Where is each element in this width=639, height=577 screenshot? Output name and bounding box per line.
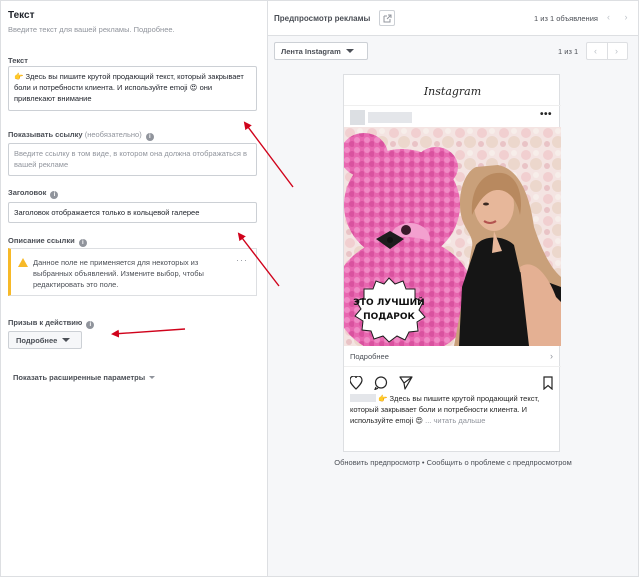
comment-icon[interactable]	[374, 376, 388, 390]
link-description-label: Описание ссылки i	[8, 236, 87, 247]
text-settings-panel: Текст Введите текст для вашей рекламы. П…	[1, 1, 268, 576]
username-placeholder	[350, 394, 376, 402]
prev-arrow-icon[interactable]: ‹	[594, 46, 597, 56]
caret-down-icon	[149, 376, 156, 379]
avatar	[350, 110, 365, 125]
share-icon[interactable]	[399, 376, 413, 390]
badge-line1: ЭТО ЛУЧШИЙ	[353, 296, 424, 308]
link-description-warning: Данное поле не применяется для некоторых…	[8, 248, 257, 296]
learn-more-bar[interactable]: Подробнее ›	[344, 347, 561, 367]
text-label: Текст	[8, 56, 28, 65]
read-more-link[interactable]: ... читать дальше	[425, 416, 485, 425]
show-advanced-options-link[interactable]: Показать расширенные параметры	[13, 373, 156, 382]
headline-field[interactable]: Заголовок отображается только в кольцево…	[8, 202, 257, 223]
caret-down-icon	[345, 49, 354, 53]
username-placeholder	[368, 112, 412, 123]
call-to-action-label: Призыв к действию i	[8, 318, 95, 329]
section-subtitle: Введите текст для вашей рекламы. Подробн…	[8, 25, 175, 34]
preview-footer[interactable]: Обновить предпросмотр • Сообщить о пробл…	[268, 458, 638, 467]
heart-eyes-emoji: 😍	[415, 416, 424, 425]
instagram-logo: Instagram	[423, 85, 482, 98]
ad-editor: Текст Введите текст для вашей рекламы. П…	[0, 0, 639, 577]
display-link-field[interactable]: Введите ссылку в том виде, в котором она…	[8, 143, 257, 176]
menu-dots-icon[interactable]: •••	[540, 109, 552, 120]
ad-image: ЭТО ЛУЧШИЙ ПОДАРОК	[344, 127, 561, 346]
heart-eyes-emoji: 😍	[189, 83, 198, 92]
primary-text-field[interactable]: 👉 Здесь вы пишите крутой продающий текст…	[8, 66, 257, 111]
next-arrow-icon[interactable]: ›	[615, 46, 618, 56]
page-count: 1 из 1	[558, 47, 579, 56]
pointing-hand-emoji: 👉	[378, 394, 388, 403]
call-to-action-dropdown[interactable]: Подробнее	[8, 331, 82, 349]
warning-text: Данное поле не применяется для некоторых…	[33, 258, 204, 289]
caret-down-icon	[62, 338, 71, 342]
pointing-hand-emoji: 👉	[14, 72, 24, 81]
heart-icon[interactable]	[350, 376, 363, 390]
ad-preview-panel: Предпросмотр рекламы 1 из 1 объявления ‹…	[268, 1, 638, 576]
info-icon[interactable]: i	[86, 321, 95, 329]
instagram-preview: Instagram ••• ЭТО ЛУЧШИЙ ПОДАРОК Подробн…	[343, 74, 561, 452]
preview-header: Предпросмотр рекламы 1 из 1 объявления ‹…	[268, 1, 638, 36]
warning-icon	[18, 258, 28, 267]
info-icon[interactable]: i	[78, 239, 87, 247]
headline-label: Заголовок i	[8, 188, 59, 199]
badge-line2: ПОДАРОК	[363, 312, 415, 322]
info-icon[interactable]: i	[50, 191, 59, 199]
optional-label: (необязательно)	[84, 130, 142, 139]
post-caption: 👉 Здесь вы пишите крутой продающий текст…	[350, 393, 555, 426]
chevron-right-icon: ›	[550, 351, 553, 361]
external-link-icon[interactable]	[379, 10, 395, 26]
ad-count: 1 из 1 объявления	[534, 14, 598, 23]
bookmark-icon[interactable]	[543, 376, 553, 390]
post-actions	[350, 376, 553, 390]
display-link-label: Показывать ссылку (необязательно) i	[8, 130, 154, 141]
placement-dropdown[interactable]: Лента Instagram	[274, 42, 368, 60]
more-options-icon[interactable]: ···	[236, 255, 248, 265]
preview-title: Предпросмотр рекламы	[274, 14, 371, 23]
pager: ‹ ›	[586, 42, 628, 60]
gift-badge: ЭТО ЛУЧШИЙ ПОДАРОК	[353, 277, 426, 343]
learn-more-label: Подробнее	[350, 352, 389, 361]
info-icon[interactable]: i	[145, 133, 154, 141]
ad-nav-arrows[interactable]: ‹ ›	[607, 12, 634, 22]
section-title: Текст	[8, 10, 35, 21]
